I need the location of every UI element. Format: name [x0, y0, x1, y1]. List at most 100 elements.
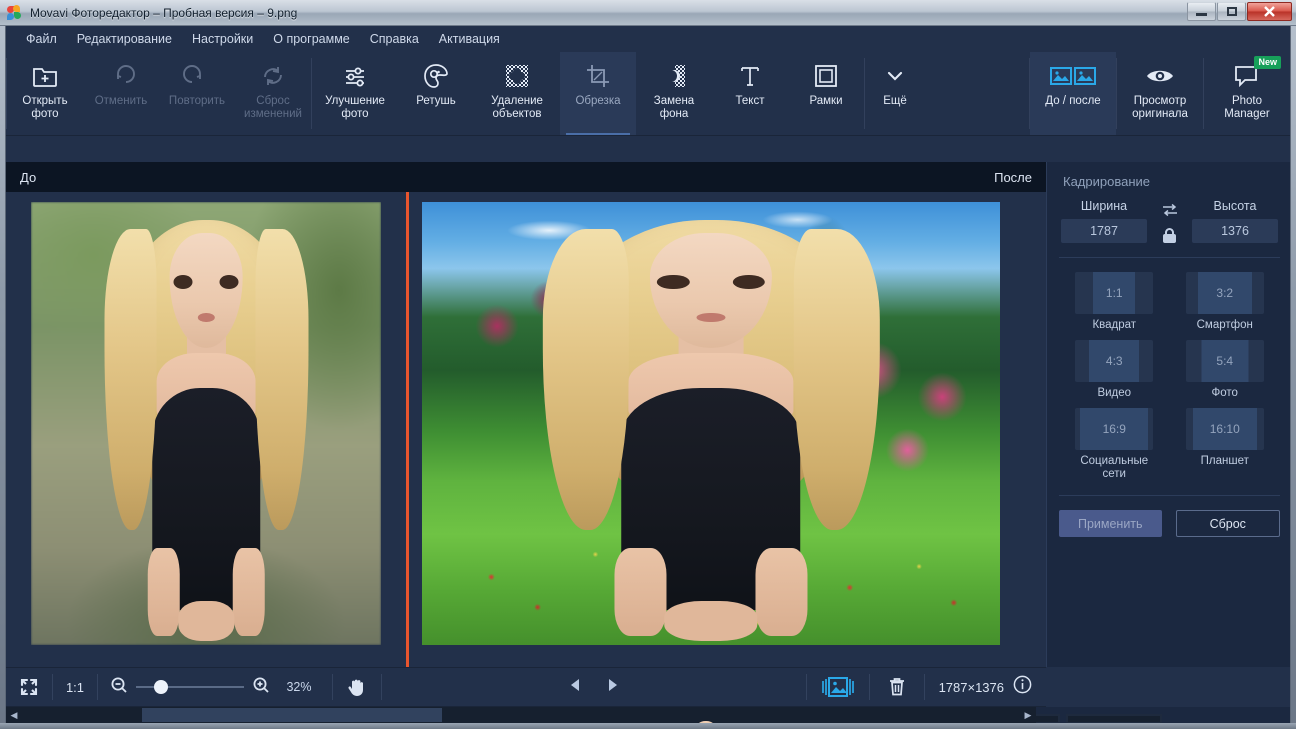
toolbar-before-after[interactable]: До / после: [1030, 52, 1116, 135]
sliders-icon: [341, 61, 369, 91]
ratio-caption: Социальные сети: [1080, 455, 1149, 480]
reset-button[interactable]: Сброс: [1175, 510, 1280, 537]
ratio-option-social[interactable]: 16:9 Социальные сети: [1059, 408, 1170, 481]
delete-button[interactable]: [870, 667, 924, 707]
next-triangle-icon[interactable]: [604, 677, 620, 698]
ratio-option-video[interactable]: 4:3 Видео: [1059, 340, 1170, 400]
hand-tool-icon: [348, 679, 363, 696]
crop-icon: [584, 61, 612, 91]
trash-icon: [889, 678, 904, 696]
hand-tool-button[interactable]: [333, 667, 381, 707]
toolbar-background-label: Замена фона: [653, 95, 695, 120]
toolbar-enhance-photo[interactable]: Улучшение фото: [312, 52, 398, 135]
scrollbar-track[interactable]: [22, 708, 1020, 722]
toolbar-view-original[interactable]: Просмотр оригинала: [1117, 52, 1203, 135]
background-change-icon: [660, 61, 688, 91]
horizontal-scrollbar[interactable]: ◀ ▶: [6, 707, 1036, 723]
toolbar-reset-changes[interactable]: Сброс изменений: [235, 52, 311, 135]
menu-item-file[interactable]: Файл: [16, 28, 67, 50]
folder-plus-icon: [31, 61, 59, 91]
menu-item-help[interactable]: Справка: [360, 28, 429, 50]
ratio-caption: Планшет: [1200, 455, 1249, 467]
scroll-right-icon[interactable]: ▶: [1020, 710, 1036, 721]
aspect-ratio-grid: 1:1 Квадрат 3:2 Смартфон 4:3 Видео 5:4 Ф…: [1047, 258, 1290, 489]
window-body: Файл Редактирование Настройки О программ…: [5, 26, 1291, 723]
navigation-controls: [382, 677, 806, 698]
scroll-left-icon[interactable]: ◀: [6, 710, 22, 721]
prev-triangle-icon[interactable]: [568, 677, 584, 698]
app-logo-icon: [7, 4, 23, 21]
toolbar-object-removal-label: Удаление объектов: [491, 95, 543, 120]
toolbar-before-after-label: До / после: [1045, 95, 1101, 107]
zoom-in-icon[interactable]: [252, 676, 270, 699]
image-canvas[interactable]: [6, 192, 1046, 667]
menu-item-edit[interactable]: Редактирование: [67, 28, 182, 50]
before-label: До: [20, 169, 37, 185]
ratio-preview-square: 1:1: [1075, 272, 1154, 314]
toolbar-object-removal[interactable]: Удаление объектов: [474, 52, 560, 135]
width-input[interactable]: [1061, 219, 1147, 243]
minimize-button[interactable]: [1187, 2, 1216, 21]
toolbar-frames[interactable]: Рамки: [788, 52, 864, 135]
toolbar-photo-manager[interactable]: New Photo Manager: [1204, 52, 1290, 135]
zoom-slider-track[interactable]: [136, 680, 244, 694]
toolbar-undo[interactable]: Отменить: [83, 52, 159, 135]
toolbar-more[interactable]: Ещё: [865, 52, 925, 135]
crop-actions: Применить Сброс: [1047, 496, 1290, 537]
toolbar-photo-manager-label: Photo Manager: [1224, 95, 1270, 120]
ratio-option-photo[interactable]: 5:4 Фото: [1170, 340, 1281, 400]
menu-bar: Файл Редактирование Настройки О программ…: [6, 26, 1290, 52]
before-after-divider[interactable]: [406, 192, 409, 667]
menu-item-settings[interactable]: Настройки: [182, 28, 263, 50]
ratio-preview-smartphone: 3:2: [1185, 272, 1264, 314]
after-pane: [422, 192, 1046, 667]
thumbnail-item[interactable]: [1066, 714, 1162, 723]
zoom-percent-label: 32%: [286, 680, 312, 694]
toolbar-retouch[interactable]: Ретушь: [398, 52, 474, 135]
swap-arrows-icon[interactable]: [1162, 203, 1178, 219]
ratio-preview-video: 4:3: [1075, 340, 1154, 382]
close-icon: [1264, 6, 1275, 17]
maximize-button[interactable]: [1217, 2, 1246, 21]
toolbar-right-group: До / после Просмотр оригинала New Photo …: [1029, 52, 1290, 135]
toolbar-background-change[interactable]: Замена фона: [636, 52, 712, 135]
toolbar-open-photo[interactable]: Открыть фото: [7, 52, 83, 135]
toolbar-text[interactable]: Текст: [712, 52, 788, 135]
zoom-controls: 32%: [98, 676, 332, 699]
zoom-out-icon[interactable]: [110, 676, 128, 699]
after-subject: [532, 202, 890, 645]
menu-item-about[interactable]: О программе: [263, 28, 359, 50]
toolbar-crop[interactable]: Обрезка: [560, 52, 636, 135]
ratio-caption: Смартфон: [1196, 319, 1253, 331]
filmstrip-toggle-button[interactable]: [807, 667, 869, 707]
height-input[interactable]: [1192, 219, 1278, 243]
actual-size-button[interactable]: 1:1: [53, 667, 97, 707]
zoom-slider-handle[interactable]: [154, 680, 168, 694]
before-pane: [6, 192, 406, 667]
before-subject: [98, 202, 315, 645]
ratio-option-smartphone[interactable]: 3:2 Смартфон: [1170, 272, 1281, 332]
ratio-option-square[interactable]: 1:1 Квадрат: [1059, 272, 1170, 332]
toolbar-text-label: Текст: [735, 95, 765, 107]
height-group: Высота: [1192, 199, 1278, 243]
scrollbar-thumb[interactable]: [142, 708, 442, 722]
ratio-option-tablet[interactable]: 16:10 Планшет: [1170, 408, 1281, 481]
ratio-value: 5:4: [1216, 354, 1234, 368]
lock-open-icon[interactable]: [1163, 228, 1176, 243]
menu-item-activation[interactable]: Активация: [429, 28, 510, 50]
ratio-caption: Фото: [1211, 387, 1238, 399]
application-window: Movavi Фоторедактор – Пробная версия – 9…: [0, 0, 1296, 729]
fit-screen-button[interactable]: [6, 667, 52, 707]
ratio-preview-social: 16:9: [1075, 408, 1154, 450]
info-icon[interactable]: [1013, 675, 1032, 699]
dimension-row: Ширина 1787 Высота 1376: [1047, 199, 1290, 243]
width-group: Ширина: [1061, 199, 1147, 243]
image-dimensions-label: 1787×1376: [938, 679, 1004, 695]
toolbar-redo[interactable]: Повторить: [159, 52, 235, 135]
ratio-value: 1:1: [1105, 286, 1123, 300]
toolbar-more-label: Ещё: [883, 95, 907, 107]
close-button[interactable]: [1247, 2, 1292, 21]
redo-icon: [183, 61, 211, 91]
toolbar-redo-label: Повторить: [168, 95, 226, 107]
apply-button[interactable]: Применить: [1059, 510, 1162, 537]
